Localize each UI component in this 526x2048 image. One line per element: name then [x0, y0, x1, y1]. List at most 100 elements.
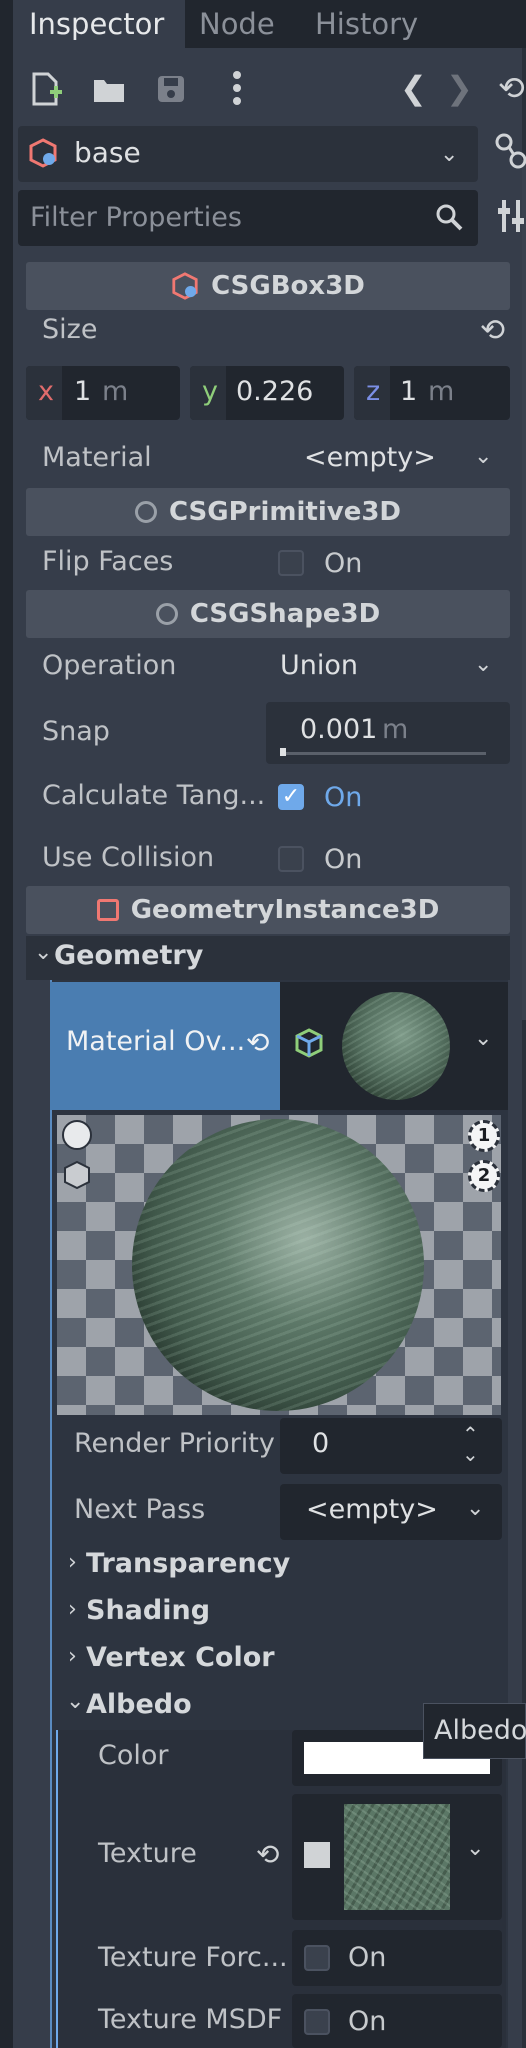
next-pass-label: Next Pass	[74, 1494, 206, 1525]
preview-light-1-icon[interactable]: 1	[468, 1120, 500, 1152]
node-circle-icon	[134, 501, 157, 523]
texture-force-srgb-label: Texture Forc...	[98, 1942, 288, 1973]
forward-arrow-icon[interactable]: ❯	[446, 72, 473, 104]
light-2-marker: 2	[477, 1165, 491, 1186]
section-csgprimitive3d[interactable]: CSGPrimitive3D	[26, 488, 510, 536]
size-z-field[interactable]: z 1 m	[354, 366, 510, 420]
group-transparency[interactable]: › Transparency	[56, 1544, 506, 1588]
new-resource-icon[interactable]	[30, 72, 62, 112]
render-priority-spinbox[interactable]: 0 ⌃ ⌄	[280, 1418, 502, 1474]
csgbox-node-icon	[28, 138, 58, 172]
x-axis-label: x	[38, 376, 54, 407]
material-override-picker[interactable]: ⌄	[280, 982, 508, 1110]
tooltip-text: Albedo	[434, 1715, 526, 1746]
texture-force-srgb-value: On	[348, 1942, 387, 1973]
use-collision-value: On	[324, 844, 363, 875]
revert-icon[interactable]: ⟲	[246, 1026, 269, 1059]
use-collision-label: Use Collision	[42, 842, 215, 873]
section-csgbox3d[interactable]: CSGBox3D	[26, 262, 510, 310]
snap-slider-grabber[interactable]	[280, 748, 286, 756]
snap-spinbox[interactable]: 0.001 m	[266, 702, 510, 764]
tab-inspector[interactable]: Inspector	[13, 0, 185, 48]
texture-msdf-field[interactable]: On	[292, 1994, 502, 2048]
albedo-color-label: Color	[98, 1740, 169, 1771]
left-edge	[0, 0, 13, 2048]
material-override-row[interactable]: Material Ov... ⟲	[50, 982, 280, 1110]
spin-arrows-icon[interactable]: ⌃ ⌄	[462, 1424, 479, 1464]
search-icon	[434, 202, 464, 236]
tab-history[interactable]: History	[315, 0, 418, 48]
standard-material-icon	[294, 1028, 324, 1062]
object-name: base	[74, 136, 141, 169]
flip-faces-checkbox[interactable]	[278, 550, 304, 576]
shading-label: Shading	[86, 1595, 211, 1626]
dock-tab-bar: Inspector Node History	[13, 0, 526, 48]
scrollbar-thumb[interactable]	[522, 160, 526, 1020]
calculate-tangents-checkbox[interactable]: ✓	[278, 784, 304, 810]
flip-faces-label: Flip Faces	[42, 546, 174, 577]
material-thumbnail	[342, 992, 450, 1100]
material-picker[interactable]: <empty> ⌄	[266, 432, 510, 488]
next-pass-picker[interactable]: <empty> ⌄	[280, 1484, 502, 1540]
node-info-icon[interactable]	[494, 130, 526, 176]
size-y-value: 0.226	[236, 376, 314, 407]
preview-light-2-icon[interactable]: 2	[468, 1160, 500, 1192]
chevron-down-icon: ⌄	[440, 142, 459, 167]
filter-properties-input[interactable]: Filter Properties	[18, 190, 478, 246]
use-collision-checkbox[interactable]	[278, 846, 304, 872]
filter-placeholder: Filter Properties	[30, 202, 242, 233]
history-icon[interactable]: ⟲	[498, 72, 525, 104]
snap-slider-track[interactable]	[280, 752, 486, 755]
transparency-label: Transparency	[86, 1548, 291, 1579]
back-arrow-icon[interactable]: ❮	[400, 72, 427, 104]
open-folder-icon[interactable]	[92, 76, 126, 110]
object-selector[interactable]: base ⌄	[18, 126, 478, 182]
geometry-label: Geometry	[54, 940, 204, 971]
size-x-field[interactable]: x 1 m	[26, 366, 180, 420]
size-z-value: 1	[400, 376, 418, 407]
image-texture-icon	[304, 1842, 330, 1868]
snap-value: 0.001	[300, 714, 378, 745]
render-priority-label: Render Priority	[74, 1428, 275, 1459]
section-geometryinstance3d[interactable]: GeometryInstance3D	[26, 886, 510, 934]
preview-cube-mode-icon[interactable]	[62, 1160, 92, 1194]
material-override-label: Material Ov...	[66, 1026, 246, 1057]
preview-sphere-mode-icon[interactable]	[62, 1120, 92, 1150]
size-y-field[interactable]: y 0.226	[190, 366, 344, 420]
chevron-down-icon: ⌄	[34, 940, 53, 965]
revert-icon[interactable]: ⟲	[480, 316, 505, 346]
albedo-texture-picker[interactable]: ⌄	[292, 1794, 502, 1920]
more-vert-icon[interactable]	[230, 70, 244, 112]
z-axis-label: z	[366, 376, 381, 407]
texture-force-srgb-field[interactable]: On	[292, 1930, 502, 1986]
albedo-tooltip: Albedo	[423, 1703, 526, 1759]
save-icon[interactable]	[156, 74, 186, 110]
chevron-down-icon: ⌄	[66, 1689, 85, 1714]
chevron-right-icon: ›	[68, 1597, 77, 1622]
flip-faces-value: On	[324, 548, 363, 579]
tab-node[interactable]: Node	[199, 0, 275, 48]
geometry-group[interactable]: ⌄ Geometry	[26, 936, 510, 980]
material-preview	[57, 1115, 501, 1415]
material-value: <empty>	[304, 442, 436, 473]
group-shading[interactable]: › Shading	[56, 1591, 506, 1635]
texture-msdf-label: Texture MSDF	[98, 2004, 283, 2035]
operation-dropdown[interactable]: Union ⌄	[266, 640, 510, 696]
revert-icon[interactable]: ⟲	[256, 1838, 279, 1871]
tools-icon[interactable]	[498, 198, 526, 240]
chevron-down-icon: ⌄	[466, 1836, 485, 1861]
texture-msdf-checkbox[interactable]	[304, 2009, 330, 2035]
next-pass-value: <empty>	[306, 1494, 438, 1525]
size-x-unit: m	[102, 376, 129, 407]
y-axis-label: y	[202, 376, 218, 407]
csgbox-icon	[172, 272, 198, 300]
node-circle-icon	[155, 603, 178, 625]
albedo-label: Albedo	[86, 1689, 192, 1720]
size-label: Size	[42, 314, 98, 345]
texture-force-srgb-checkbox[interactable]	[304, 1945, 330, 1971]
calculate-tangents-value: On	[324, 782, 363, 813]
group-vertex-color[interactable]: › Vertex Color	[56, 1638, 506, 1682]
chevron-right-icon: ›	[68, 1644, 77, 1669]
section-csgshape3d[interactable]: CSGShape3D	[26, 590, 510, 638]
section-csgprimitive3d-label: CSGPrimitive3D	[168, 497, 402, 527]
